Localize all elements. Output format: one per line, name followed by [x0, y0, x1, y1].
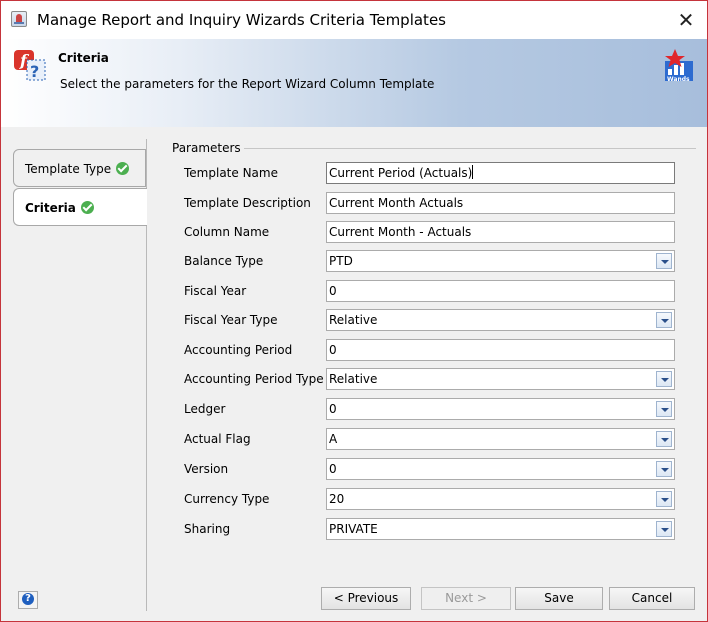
- parameters-divider: [244, 148, 696, 149]
- version-value: 0: [329, 462, 337, 476]
- row-template-description: Template Description Current Month Actua…: [184, 192, 675, 214]
- svg-text:?: ?: [30, 62, 39, 81]
- dropdown-arrow-icon[interactable]: [656, 491, 672, 507]
- sharing-select[interactable]: PRIVATE: [326, 518, 675, 540]
- row-accounting-period: Accounting Period 0: [184, 339, 675, 361]
- accounting-period-type-select[interactable]: Relative: [326, 368, 675, 390]
- version-label: Version: [184, 462, 229, 476]
- column-name-label: Column Name: [184, 225, 270, 239]
- dialog-window: Manage Report and Inquiry Wizards Criter…: [0, 0, 708, 622]
- accounting-period-type-value: Relative: [329, 372, 378, 386]
- template-description-label: Template Description: [184, 196, 311, 210]
- template-name-label: Template Name: [184, 166, 278, 180]
- accounting-period-label: Accounting Period: [184, 343, 293, 357]
- accounting-period-input[interactable]: 0: [326, 339, 675, 361]
- next-button[interactable]: Next >: [421, 587, 511, 610]
- banner-subheading: Select the parameters for the Report Wiz…: [60, 77, 435, 91]
- row-sharing: Sharing PRIVATE: [184, 518, 675, 540]
- dropdown-arrow-icon[interactable]: [656, 312, 672, 328]
- cancel-button[interactable]: Cancel: [609, 587, 695, 610]
- tab-template-type-label: Template Type: [25, 162, 112, 176]
- actual-flag-select[interactable]: A: [326, 428, 675, 450]
- dropdown-arrow-icon[interactable]: [656, 371, 672, 387]
- currency-type-label: Currency Type: [184, 492, 270, 506]
- dropdown-arrow-icon[interactable]: [656, 401, 672, 417]
- actual-flag-label: Actual Flag: [184, 432, 251, 446]
- check-circle-icon: [116, 162, 130, 175]
- sharing-value: PRIVATE: [329, 522, 378, 536]
- fiscal-year-input[interactable]: 0: [326, 280, 675, 302]
- fiscal-year-type-label: Fiscal Year Type: [184, 313, 278, 327]
- banner-heading: Criteria: [58, 51, 109, 65]
- dropdown-arrow-icon[interactable]: [656, 253, 672, 269]
- fiscal-year-type-select[interactable]: Relative: [326, 309, 675, 331]
- fiscal-year-label: Fiscal Year: [184, 284, 247, 298]
- ledger-label: Ledger: [184, 402, 226, 416]
- currency-type-select[interactable]: 20: [326, 488, 675, 510]
- version-select[interactable]: 0: [326, 458, 675, 480]
- title-bar: Manage Report and Inquiry Wizards Criter…: [1, 1, 707, 39]
- template-name-value: Current Period (Actuals): [329, 166, 473, 180]
- header-banner: f ? Criteria Select the parameters for t…: [1, 39, 707, 127]
- balance-type-label: Balance Type: [184, 254, 264, 268]
- balance-type-select[interactable]: PTD: [326, 250, 675, 272]
- wizard-steps: Template Type Criteria: [13, 149, 147, 226]
- parameters-legend: Parameters: [172, 141, 241, 155]
- brand-text: Wands: [667, 76, 690, 83]
- dropdown-arrow-icon[interactable]: [656, 431, 672, 447]
- dropdown-arrow-icon[interactable]: [656, 461, 672, 477]
- text-caret: [472, 165, 474, 179]
- help-icon[interactable]: [18, 591, 38, 609]
- fiscal-year-type-value: Relative: [329, 313, 378, 327]
- dropdown-arrow-icon[interactable]: [656, 521, 672, 537]
- row-ledger: Ledger 0: [184, 398, 675, 420]
- row-currency-type: Currency Type 20: [184, 488, 675, 510]
- template-name-input[interactable]: Current Period (Actuals): [326, 162, 675, 184]
- accounting-period-type-label: Accounting Period Type: [184, 372, 324, 386]
- row-column-name: Column Name Current Month - Actuals: [184, 221, 675, 243]
- check-circle-icon: [80, 201, 94, 214]
- row-version: Version 0: [184, 458, 675, 480]
- row-actual-flag: Actual Flag A: [184, 428, 675, 450]
- actual-flag-value: A: [329, 432, 338, 446]
- template-description-input[interactable]: Current Month Actuals: [326, 192, 675, 214]
- close-icon[interactable]: ✕: [665, 5, 707, 35]
- balance-type-value: PTD: [329, 254, 353, 268]
- row-balance-type: Balance Type PTD: [184, 250, 675, 272]
- window-title: Manage Report and Inquiry Wizards Criter…: [37, 11, 446, 29]
- currency-type-value: 20: [329, 492, 345, 506]
- row-fiscal-year: Fiscal Year 0: [184, 280, 675, 302]
- tab-template-type[interactable]: Template Type: [13, 149, 146, 187]
- f-help-logo-icon: f ?: [14, 50, 46, 81]
- sharing-label: Sharing: [184, 522, 231, 536]
- tab-criteria-label: Criteria: [25, 201, 76, 215]
- row-template-name: Template Name Current Period (Actuals): [184, 162, 675, 184]
- row-accounting-period-type: Accounting Period Type Relative: [184, 368, 675, 390]
- column-name-input[interactable]: Current Month - Actuals: [326, 221, 675, 243]
- ledger-select[interactable]: 0: [326, 398, 675, 420]
- previous-button[interactable]: < Previous: [321, 587, 411, 610]
- ledger-value: 0: [329, 402, 337, 416]
- row-fiscal-year-type: Fiscal Year Type Relative: [184, 309, 675, 331]
- tab-criteria[interactable]: Criteria: [13, 188, 147, 226]
- save-button[interactable]: Save: [515, 587, 603, 610]
- wands-logo-icon: Wands: [665, 49, 693, 83]
- java-app-icon: [11, 11, 27, 27]
